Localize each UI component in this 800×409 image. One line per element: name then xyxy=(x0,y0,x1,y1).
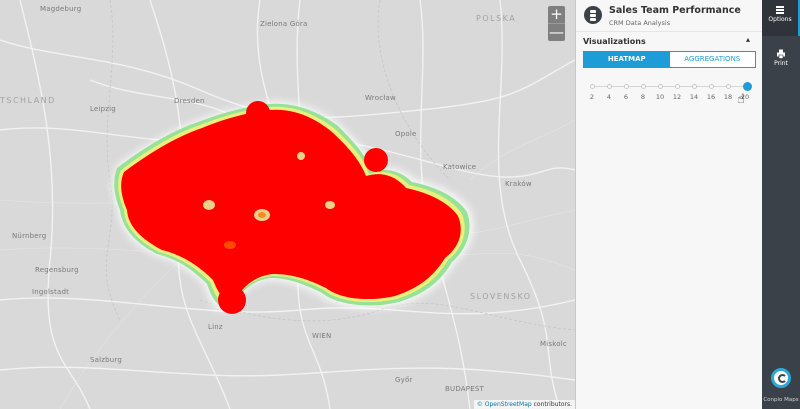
place-label: Zielona Góra xyxy=(260,20,308,28)
map-attribution: © OpenStreetMap contributors. xyxy=(473,400,575,409)
map-tiles xyxy=(0,0,575,409)
place-label: Leipzig xyxy=(90,105,116,113)
conpio-logo-icon xyxy=(771,368,791,388)
place-label: Linz xyxy=(208,323,223,331)
visualization-panel: Sales Team Performance CRM Data Analysis… xyxy=(575,0,763,409)
print-label: Print xyxy=(774,60,788,67)
place-label: BUDAPEST xyxy=(445,385,484,393)
layers-icon xyxy=(776,6,784,14)
place-label: WIEN xyxy=(312,332,332,340)
tab-heatmap[interactable]: HEATMAP xyxy=(584,52,670,67)
print-button[interactable]: Print xyxy=(762,44,800,80)
place-label: Ingolstadt xyxy=(32,288,70,296)
slider-tick-label: 4 xyxy=(606,93,612,101)
slider-tick[interactable] xyxy=(624,84,629,89)
openstreetmap-link[interactable]: © OpenStreetMap xyxy=(477,401,532,408)
slider-tick-label: 16 xyxy=(706,93,716,101)
panel-title: Sales Team Performance xyxy=(609,5,741,16)
right-toolbar: Options Print Conpio Maps xyxy=(762,0,800,409)
place-label: Opole xyxy=(395,130,417,138)
hand-cursor-icon: ☝ xyxy=(737,92,745,107)
country-label: TSCHLAND xyxy=(0,96,56,105)
slider-tick-label: 10 xyxy=(655,93,665,101)
attribution-text: contributors. xyxy=(531,401,572,408)
zoom-control: + — xyxy=(548,6,565,41)
tab-aggregations[interactable]: AGGREGATIONS xyxy=(669,52,755,67)
options-button[interactable]: Options xyxy=(762,0,800,36)
slider-tick[interactable] xyxy=(726,84,731,89)
slider-tick[interactable] xyxy=(675,84,680,89)
panel-subtitle: CRM Data Analysis xyxy=(609,19,671,27)
visualization-tabs: HEATMAP AGGREGATIONS xyxy=(583,51,756,68)
heatmap-layer xyxy=(112,101,474,314)
slider-tick[interactable] xyxy=(658,84,663,89)
place-label: Miskolc xyxy=(540,340,567,348)
place-label: Dresden xyxy=(174,97,205,105)
place-label: Magdeburg xyxy=(40,5,82,13)
country-label: POLSKA xyxy=(476,14,517,23)
place-label: Regensburg xyxy=(35,266,79,274)
slider-thumb[interactable] xyxy=(743,82,752,91)
slider-tick-label: 12 xyxy=(672,93,682,101)
place-label: Katowice xyxy=(443,163,477,171)
map-canvas[interactable]: Magdeburg Zielona Góra Wrocław Dresden O… xyxy=(0,0,575,409)
place-label: Salzburg xyxy=(90,356,123,364)
printer-icon xyxy=(777,49,785,59)
radius-slider[interactable] xyxy=(590,82,752,91)
country-label: SLOVENSKO xyxy=(470,292,532,301)
slider-tick[interactable] xyxy=(709,84,714,89)
place-label: Kraków xyxy=(505,180,532,188)
database-icon xyxy=(584,6,602,24)
zoom-out-button[interactable]: — xyxy=(548,24,565,41)
logo-label: Conpio Maps xyxy=(763,397,799,403)
visualizations-heading: Visualizations xyxy=(583,37,646,46)
slider-tick[interactable] xyxy=(590,84,595,89)
panel-header: Sales Team Performance CRM Data Analysis xyxy=(576,0,763,32)
slider-tick-label: 14 xyxy=(689,93,699,101)
place-label: Nürnberg xyxy=(12,232,47,240)
slider-tick-label: 2 xyxy=(589,93,595,101)
place-label: Győr xyxy=(395,376,413,384)
slider-tick[interactable] xyxy=(692,84,697,89)
slider-tick[interactable] xyxy=(607,84,612,89)
slider-tick-label: 6 xyxy=(623,93,629,101)
slider-tick[interactable] xyxy=(641,84,646,89)
options-label: Options xyxy=(768,16,792,23)
collapse-caret-icon[interactable]: ▴ xyxy=(746,35,750,44)
slider-tick-label: 8 xyxy=(640,93,646,101)
slider-tick-label: 18 xyxy=(723,93,733,101)
place-label: Wrocław xyxy=(365,94,396,102)
zoom-in-button[interactable]: + xyxy=(548,6,565,23)
